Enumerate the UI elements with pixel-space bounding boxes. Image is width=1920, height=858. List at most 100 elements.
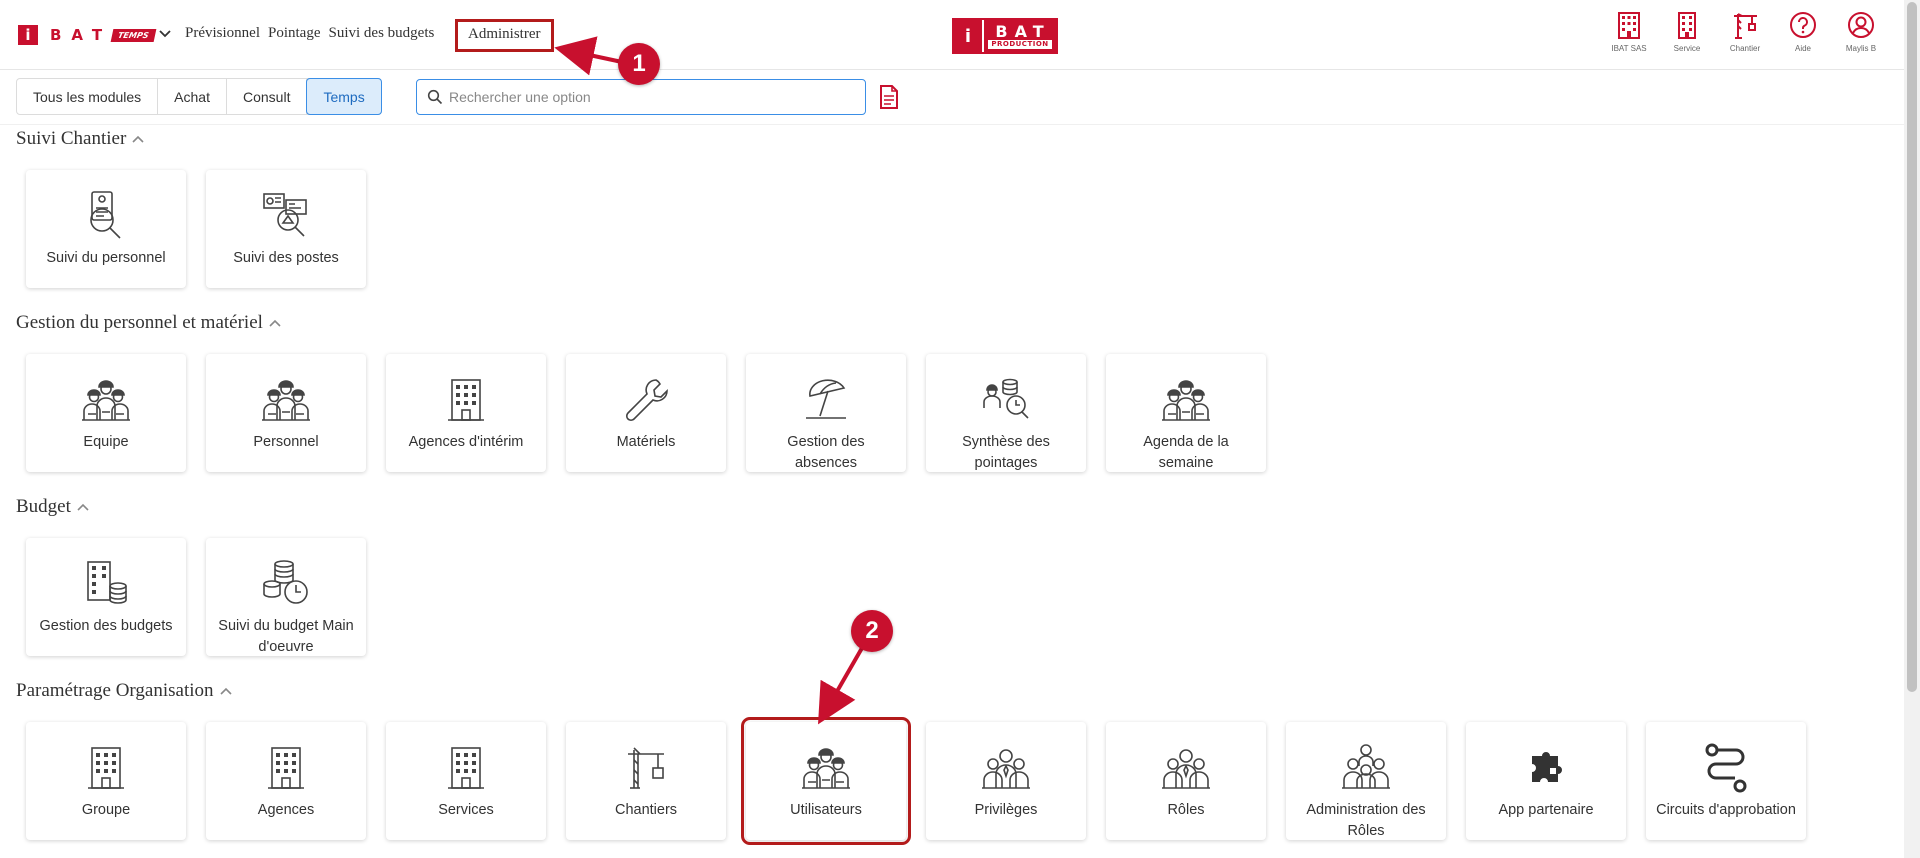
module-card-administration-des-roles[interactable]: Administration des Rôles xyxy=(1286,722,1446,840)
section-title-text: Budget xyxy=(16,496,71,517)
workers-icon xyxy=(798,740,854,796)
module-card-agences[interactable]: Agences xyxy=(206,722,366,840)
nav-suivi-budgets[interactable]: Suivi des budgets xyxy=(329,25,435,42)
module-card-gestion-des-budgets[interactable]: Gestion des budgets xyxy=(26,538,186,656)
workers-icon xyxy=(258,372,314,428)
header-shortcuts: IBAT SAS Service Chantier Aide Maylis B xyxy=(1600,10,1890,53)
module-tabs: Tous les modules Achat Consult Temps xyxy=(16,78,382,115)
building-icon xyxy=(78,740,134,796)
module-card-agences-d-interim[interactable]: Agences d'intérim xyxy=(386,354,546,472)
module-card-label: Matériels xyxy=(616,434,676,450)
module-card-label: Rôles xyxy=(1167,802,1205,818)
main-nav: Prévisionnel Pointage Suivi des budgets … xyxy=(185,19,554,52)
building-icon xyxy=(1618,12,1640,39)
tab-consult[interactable]: Consult xyxy=(227,79,308,114)
module-card-label: Privilèges xyxy=(974,802,1038,818)
help-icon xyxy=(1790,12,1816,38)
tab-temps[interactable]: Temps xyxy=(306,78,382,115)
module-card-label: Agences d'intérim xyxy=(408,434,524,450)
module-card-suivi-des-postes[interactable]: Suivi des postes xyxy=(206,170,366,288)
module-card-chantiers[interactable]: Chantiers xyxy=(566,722,726,840)
top-header: i BAT TEMPS Prévisionnel Pointage Suivi … xyxy=(0,0,1904,70)
workers-icon xyxy=(1158,372,1214,428)
section-title-text: Gestion du personnel et matériel xyxy=(16,312,263,333)
chevron-up-icon[interactable] xyxy=(130,131,146,147)
user-icon xyxy=(1848,12,1874,38)
module-card-label: Gestion des absences xyxy=(787,434,865,471)
shortcut-label: Chantier xyxy=(1729,44,1761,53)
nav-pointage[interactable]: Pointage xyxy=(268,25,321,42)
module-card-label: Agences xyxy=(257,802,315,818)
building-icon xyxy=(438,740,494,796)
ibat-production-logo: i BAT PRODUCTION xyxy=(952,18,1058,54)
module-card-label: Services xyxy=(438,802,494,818)
chevron-down-icon[interactable] xyxy=(158,27,172,41)
workers-icon xyxy=(78,372,134,428)
shortcut-label: Service xyxy=(1673,44,1701,53)
module-card-services[interactable]: Services xyxy=(386,722,546,840)
document-icon[interactable] xyxy=(878,84,900,110)
scrollbar-thumb[interactable] xyxy=(1907,2,1917,692)
module-card-privileges[interactable]: Privilèges xyxy=(926,722,1086,840)
module-card-groupe[interactable]: Groupe xyxy=(26,722,186,840)
center-logo-bat: BAT xyxy=(995,21,1051,41)
puzzle-icon xyxy=(1518,740,1574,796)
module-card-label: Chantiers xyxy=(614,802,678,818)
module-card-materiels[interactable]: Matériels xyxy=(566,354,726,472)
wrench-icon xyxy=(618,372,674,428)
center-logo-sub: PRODUCTION xyxy=(988,39,1052,49)
page-scrollbar[interactable] xyxy=(1904,0,1920,858)
module-card-label: Personnel xyxy=(253,434,319,450)
logo-i: i xyxy=(18,25,38,45)
module-card-personnel[interactable]: Personnel xyxy=(206,354,366,472)
nav-previsionnel[interactable]: Prévisionnel xyxy=(185,25,260,42)
module-card-circuits-d-approbation[interactable]: Circuits d'approbation xyxy=(1646,722,1806,840)
module-card-label: Gestion des budgets xyxy=(39,618,173,634)
building-icon xyxy=(258,740,314,796)
shortcut-service[interactable]: Service xyxy=(1658,10,1716,53)
chevron-up-icon[interactable] xyxy=(267,315,283,331)
nav-administrer[interactable]: Administrer xyxy=(455,19,554,52)
module-card-label: Circuits d'approbation xyxy=(1656,802,1796,818)
chevron-up-icon[interactable] xyxy=(75,499,91,515)
shortcut-label: IBAT SAS xyxy=(1611,44,1647,53)
shortcut-aide[interactable]: Aide xyxy=(1774,10,1832,53)
module-card-label: Administration des Rôles xyxy=(1306,802,1426,839)
section-title[interactable]: Gestion du personnel et matériel xyxy=(16,312,283,334)
search-input[interactable] xyxy=(449,89,849,105)
module-card-roles[interactable]: Rôles xyxy=(1106,722,1266,840)
chevron-up-icon[interactable] xyxy=(218,683,234,699)
section-title[interactable]: Paramétrage Organisation xyxy=(16,680,234,702)
section-title[interactable]: Suivi Chantier xyxy=(16,128,146,150)
module-card-gestion-des-absences[interactable]: Gestion des absences xyxy=(746,354,906,472)
building-icon xyxy=(438,372,494,428)
tab-achat[interactable]: Achat xyxy=(158,79,227,114)
module-toolbar: Tous les modules Achat Consult Temps xyxy=(0,71,1904,125)
section-title-text: Paramétrage Organisation xyxy=(16,680,214,701)
people-group-icon xyxy=(1338,740,1394,796)
shortcut-user[interactable]: Maylis B xyxy=(1832,10,1890,53)
module-card-synthese-des-pointages[interactable]: Synthèse des pointages xyxy=(926,354,1086,472)
module-card-agenda-de-la-semaine[interactable]: Agenda de la semaine xyxy=(1106,354,1266,472)
shortcut-chantier[interactable]: Chantier xyxy=(1716,10,1774,53)
module-card-label: Synthèse des pointages xyxy=(962,434,1050,471)
chart-search-icon xyxy=(258,188,314,244)
people-icon xyxy=(978,740,1034,796)
module-card-label: Suivi du personnel xyxy=(46,250,166,266)
coins-clock-icon xyxy=(258,556,314,612)
module-card-label: Agenda de la semaine xyxy=(1143,434,1229,471)
module-card-equipe[interactable]: Equipe xyxy=(26,354,186,472)
module-card-utilisateurs[interactable]: Utilisateurs xyxy=(741,717,911,845)
module-card-label: Groupe xyxy=(81,802,131,818)
module-card-app-partenaire[interactable]: App partenaire xyxy=(1466,722,1626,840)
badge-search-icon xyxy=(78,188,134,244)
section-title[interactable]: Budget xyxy=(16,496,91,518)
tab-tous-les-modules[interactable]: Tous les modules xyxy=(17,79,159,114)
crane-icon xyxy=(618,740,674,796)
module-card-suivi-du-personnel[interactable]: Suivi du personnel xyxy=(26,170,186,288)
module-card-suivi-du-budget-main-d-oeuvre[interactable]: Suivi du budget Main d'oeuvre xyxy=(206,538,366,656)
ibat-temps-logo[interactable]: i BAT TEMPS xyxy=(18,25,157,45)
shortcut-ibat-sas[interactable]: IBAT SAS xyxy=(1600,10,1658,53)
route-icon xyxy=(1698,740,1754,796)
module-card-label: Suivi du budget Main d'oeuvre xyxy=(218,618,354,655)
